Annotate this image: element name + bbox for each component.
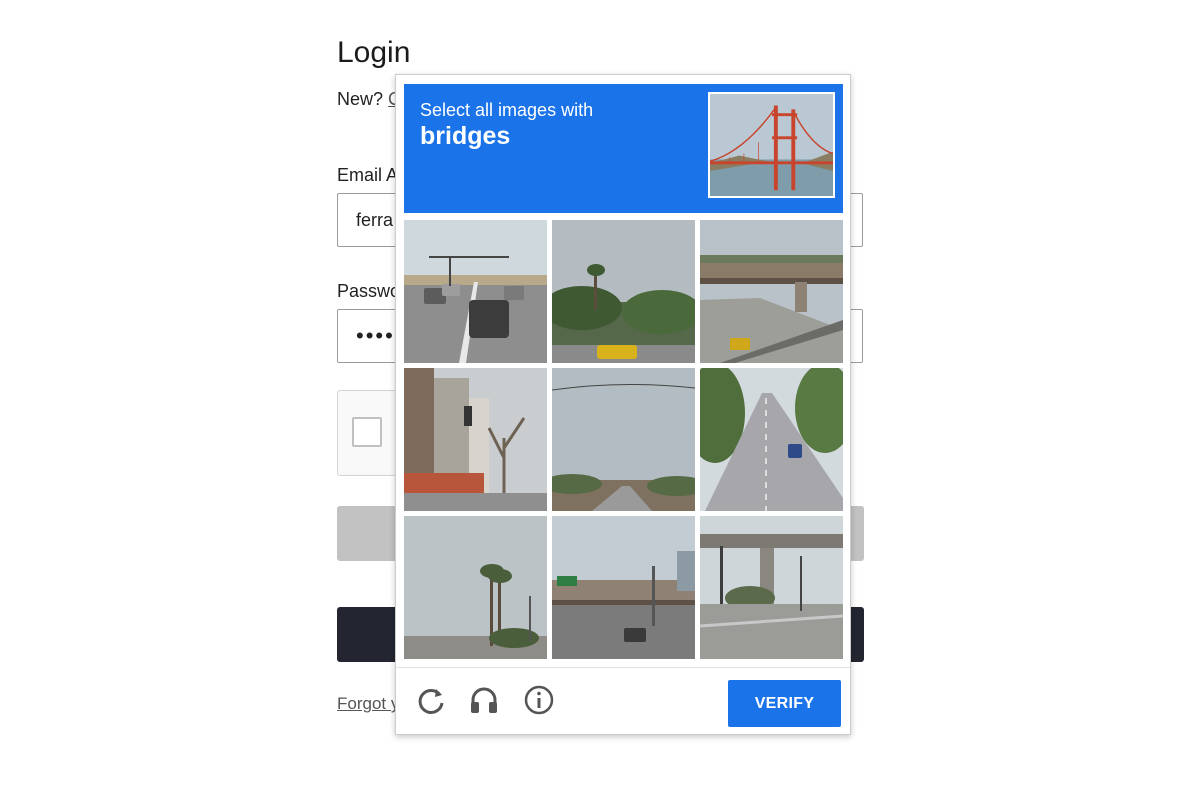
verify-button[interactable]: VERIFY	[728, 680, 841, 727]
challenge-footer: VERIFY	[396, 667, 850, 736]
image-tile[interactable]	[404, 516, 547, 659]
challenge-header: Select all images with bridges	[404, 84, 843, 213]
image-tile[interactable]	[552, 516, 695, 659]
sample-image	[708, 92, 835, 198]
image-tile[interactable]	[552, 220, 695, 363]
image-tile[interactable]	[552, 368, 695, 511]
captcha-challenge: Select all images with bridges VERIFY	[395, 74, 851, 735]
info-icon[interactable]	[523, 684, 555, 716]
image-tile[interactable]	[700, 516, 843, 659]
email-label: Email A	[337, 165, 399, 185]
forgot-password-link[interactable]: Forgot y	[337, 694, 399, 714]
headphones-icon[interactable]	[468, 684, 500, 716]
challenge-target: bridges	[420, 122, 511, 150]
new-user-prompt: New?	[337, 89, 384, 109]
image-tile[interactable]	[404, 368, 547, 511]
new-user-line: New? C	[337, 89, 401, 110]
recaptcha-checkbox[interactable]	[352, 417, 382, 447]
password-label: Passwo	[337, 281, 401, 301]
challenge-instruction: Select all images with	[420, 100, 594, 120]
image-tile[interactable]	[700, 220, 843, 363]
image-tile[interactable]	[404, 220, 547, 363]
page-title: Login	[337, 36, 411, 69]
reload-icon[interactable]	[415, 684, 447, 716]
image-tile[interactable]	[700, 368, 843, 511]
image-tile-grid	[404, 220, 843, 659]
